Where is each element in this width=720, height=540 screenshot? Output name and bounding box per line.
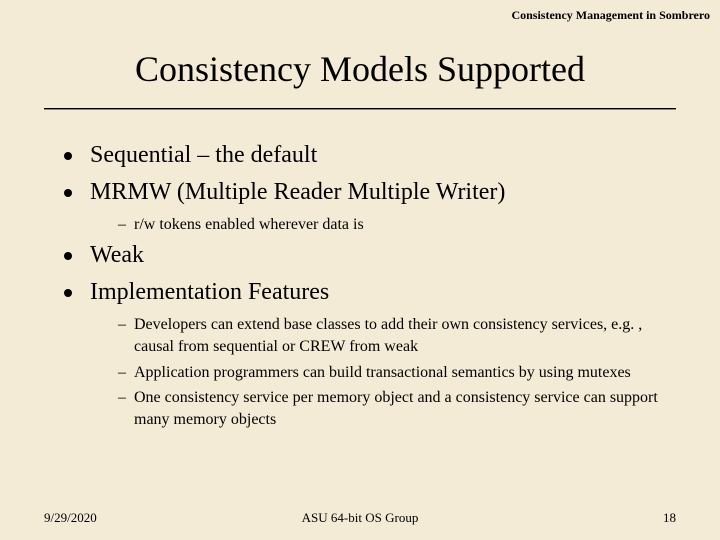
bullet-item: Weak — [64, 240, 680, 271]
dash-icon: – — [118, 214, 126, 236]
bullet-icon — [64, 152, 72, 160]
slide-title: Consistency Models Supported — [0, 48, 720, 90]
bullet-item: Implementation Features — [64, 277, 680, 308]
title-rule — [44, 108, 676, 110]
slide: Consistency Management in Sombrero Consi… — [0, 0, 720, 540]
sub-bullet-text: r/w tokens enabled wherever data is — [134, 214, 364, 236]
sub-bullet-item: – One consistency service per memory obj… — [118, 387, 680, 430]
running-header: Consistency Management in Sombrero — [511, 8, 710, 23]
bullet-text: Weak — [90, 240, 144, 271]
bullet-icon — [64, 289, 72, 297]
dash-icon: – — [118, 387, 126, 409]
content-body: Sequential – the default MRMW (Multiple … — [64, 140, 680, 434]
sub-bullet-text: Developers can extend base classes to ad… — [134, 314, 680, 357]
footer-page-number: 18 — [663, 510, 676, 526]
footer-group: ASU 64-bit OS Group — [44, 510, 676, 526]
dash-icon: – — [118, 314, 126, 336]
footer-date: 9/29/2020 — [44, 510, 97, 526]
bullet-icon — [64, 189, 72, 197]
sub-bullet-item: – r/w tokens enabled wherever data is — [118, 214, 680, 236]
sub-bullet-item: – Developers can extend base classes to … — [118, 314, 680, 357]
bullet-text: Implementation Features — [90, 277, 329, 308]
sub-bullet-text: One consistency service per memory objec… — [134, 387, 680, 430]
dash-icon: – — [118, 362, 126, 384]
sub-bullet-text: Application programmers can build transa… — [134, 362, 631, 384]
bullet-item: MRMW (Multiple Reader Multiple Writer) — [64, 177, 680, 208]
bullet-icon — [64, 252, 72, 260]
sub-bullet-item: – Application programmers can build tran… — [118, 362, 680, 384]
bullet-text: Sequential – the default — [90, 140, 317, 171]
bullet-item: Sequential – the default — [64, 140, 680, 171]
bullet-text: MRMW (Multiple Reader Multiple Writer) — [90, 177, 505, 208]
footer: 9/29/2020 ASU 64-bit OS Group 18 — [44, 510, 676, 526]
